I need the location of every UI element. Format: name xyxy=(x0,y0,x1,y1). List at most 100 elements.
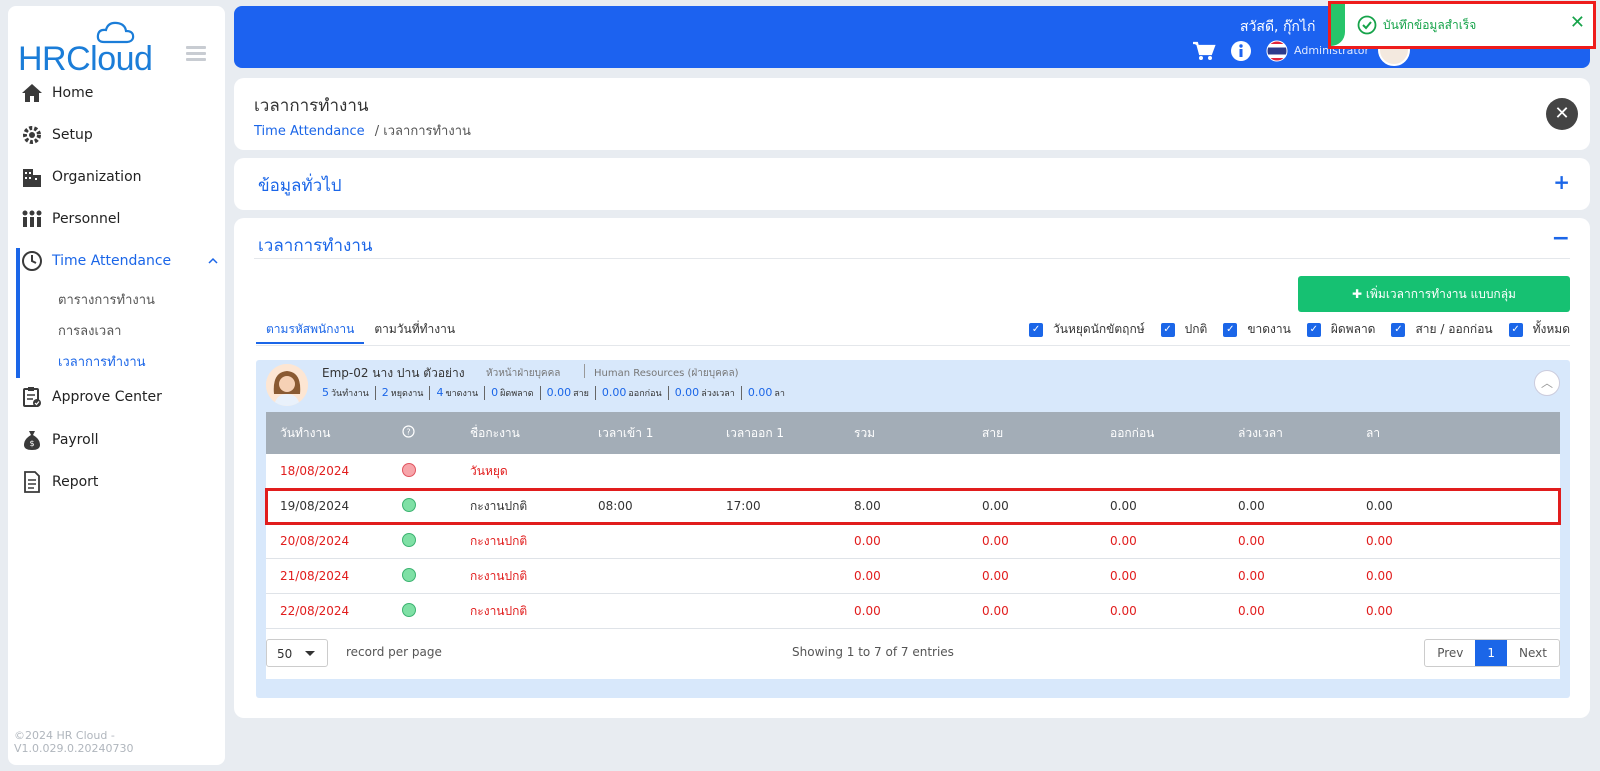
sidebar-subitem-work-time[interactable]: เวลาการทำงาน xyxy=(58,351,146,372)
tab-by-employee[interactable]: ตามรหัสพนักงาน xyxy=(256,316,365,344)
sidebar-item-label: Organization xyxy=(52,169,142,185)
info-icon[interactable] xyxy=(1230,40,1252,66)
cell-leave: 0.00 xyxy=(1366,569,1393,583)
filter-holiday[interactable]: ✓ วันหยุดนักขัตฤกษ์ xyxy=(1029,320,1145,339)
sidebar-item-label: Setup xyxy=(52,127,93,143)
checkbox-checked-icon[interactable]: ✓ xyxy=(1391,322,1406,337)
checkbox-checked-icon[interactable]: ✓ xyxy=(1306,322,1321,337)
menu-toggle-icon[interactable] xyxy=(186,46,206,62)
cell-shift: วันหยุด xyxy=(470,463,508,478)
tab-by-date[interactable]: ตามวันที่ทำงาน xyxy=(364,316,465,344)
prev-button[interactable]: Prev xyxy=(1425,640,1475,666)
toast-message: บันทึกข้อมูลสำเร็จ xyxy=(1383,17,1477,32)
sidebar-item-setup[interactable]: Setup xyxy=(20,118,220,152)
expand-icon[interactable]: + xyxy=(1553,170,1570,194)
stat-value: 4 xyxy=(436,386,444,399)
table-header: วันทำงาน ? ชื่อกะงาน เวลาเข้า 1 เวลาออก … xyxy=(266,412,1560,454)
records-per-page-label: record per page xyxy=(346,645,442,659)
header-icons xyxy=(1192,40,1288,66)
hrcloud-logo[interactable]: HRCloud xyxy=(18,20,158,78)
cell-shift: กะงานปกติ xyxy=(470,533,528,548)
column-header[interactable]: เวลาออก 1 xyxy=(726,424,854,443)
sidebar-item-label: Personnel xyxy=(52,211,121,227)
thai-flag-icon[interactable] xyxy=(1266,40,1288,66)
stat-item: 2 หยุดงาน xyxy=(374,386,430,400)
add-group-time-button[interactable]: ✚ เพิ่มเวลาการทำงาน แบบกลุ่ม xyxy=(1298,276,1570,312)
home-icon xyxy=(20,81,44,105)
table-row[interactable]: 22/08/2024 กะงานปกติ 0.00 0.00 0.00 0.00… xyxy=(266,594,1560,629)
chevron-up-icon[interactable]: ︿ xyxy=(1534,370,1560,396)
cell-late: 0.00 xyxy=(982,604,1009,618)
page-size-select[interactable]: 50 xyxy=(266,639,328,667)
breadcrumb-link[interactable]: Time Attendance xyxy=(254,124,365,139)
table-row[interactable]: 19/08/2024 กะงานปกติ 08:00 17:00 8.00 0.… xyxy=(265,488,1561,525)
filter-late-early[interactable]: ✓ สาย / ออกก่อน xyxy=(1391,320,1493,339)
table-row[interactable]: 21/08/2024 กะงานปกติ 0.00 0.00 0.00 0.00… xyxy=(266,559,1560,594)
cell-ot: 0.00 xyxy=(1238,604,1265,618)
next-button[interactable]: Next xyxy=(1507,640,1559,666)
sidebar-item-organization[interactable]: Organization xyxy=(20,160,220,194)
column-header[interactable]: ชื่อกะงาน xyxy=(470,424,598,443)
work-time-panel: เวลาการทำงาน − ✚ เพิ่มเวลาการทำงาน แบบกล… xyxy=(234,218,1590,718)
cart-icon[interactable] xyxy=(1192,41,1216,65)
stat-value: 5 xyxy=(322,386,329,399)
sidebar-item-label: Approve Center xyxy=(52,389,162,405)
table-row[interactable]: 18/08/2024 วันหยุด xyxy=(266,454,1560,489)
work-time-table: วันทำงาน ? ชื่อกะงาน เวลาเข้า 1 เวลาออก … xyxy=(265,412,1561,679)
divider xyxy=(584,364,585,378)
toast-accent xyxy=(1331,4,1345,46)
people-icon xyxy=(20,207,44,231)
greeting-text: สวัสดี, กุ๊กไก่ xyxy=(1240,19,1316,35)
checkbox-checked-icon[interactable]: ✓ xyxy=(1223,322,1238,337)
close-page-button[interactable]: ✕ xyxy=(1546,98,1578,130)
table-row[interactable]: 20/08/2024 กะงานปกติ 0.00 0.00 0.00 0.00… xyxy=(266,524,1560,559)
breadcrumb: Time Attendance / เวลาการทำงาน xyxy=(254,120,471,141)
page-title: เวลาการทำงาน xyxy=(254,96,369,116)
cell-total: 8.00 xyxy=(854,499,881,513)
sidebar-subitem-clock-in[interactable]: การลงเวลา xyxy=(58,320,121,341)
sidebar-subitem-schedule[interactable]: ตารางการทำงาน xyxy=(58,289,155,310)
success-toast: บันทึกข้อมูลสำเร็จ ✕ xyxy=(1328,1,1596,49)
filter-normal[interactable]: ✓ ปกติ xyxy=(1160,320,1207,339)
document-icon xyxy=(20,470,44,494)
column-header[interactable]: ออกก่อน xyxy=(1110,424,1238,443)
sidebar-item-personnel[interactable]: Personnel xyxy=(20,202,220,236)
status-dot xyxy=(392,602,470,620)
checkbox-checked-icon[interactable]: ✓ xyxy=(1160,322,1175,337)
column-header[interactable]: รวม xyxy=(854,424,982,443)
column-header[interactable]: ล่วงเวลา xyxy=(1238,424,1366,443)
column-header[interactable]: วันทำงาน xyxy=(266,424,392,443)
checkbox-checked-icon[interactable]: ✓ xyxy=(1508,322,1523,337)
column-header[interactable]: เวลาเข้า 1 xyxy=(598,424,726,443)
collapse-icon[interactable]: − xyxy=(1552,226,1570,251)
general-info-panel[interactable]: ข้อมูลทั่วไป + xyxy=(234,158,1590,210)
status-dot xyxy=(392,532,470,550)
filter-absent[interactable]: ✓ ขาดงาน xyxy=(1223,320,1291,339)
stat-item: 5 วันทำงาน xyxy=(322,386,375,400)
filter-error[interactable]: ✓ ผิดพลาด xyxy=(1306,320,1375,339)
filter-label: วันหยุดนักขัตฤกษ์ xyxy=(1053,322,1145,336)
breadcrumb-current: / เวลาการทำงาน xyxy=(374,124,471,139)
page-1-button[interactable]: 1 xyxy=(1475,640,1508,666)
table-footer: 50 record per page Showing 1 to 7 of 7 e… xyxy=(266,629,1560,679)
column-header[interactable]: ลา xyxy=(1366,424,1494,443)
sidebar-item-home[interactable]: Home xyxy=(20,76,220,110)
checkbox-checked-icon[interactable]: ✓ xyxy=(1029,322,1044,337)
help-icon[interactable]: ? xyxy=(392,425,470,441)
column-header[interactable]: สาย xyxy=(982,424,1110,443)
stat-item: 0.00 สาย xyxy=(539,386,595,400)
caret-down-icon xyxy=(305,651,315,656)
view-tabs: ตามรหัสพนักงาน ตามวันที่ทำงาน xyxy=(256,316,465,344)
cell-shift: กะงานปกติ xyxy=(470,603,528,618)
svg-text:?: ? xyxy=(406,428,410,437)
gear-icon xyxy=(20,123,44,147)
sidebar-item-time-attendance[interactable]: Time Attendance xyxy=(20,244,220,278)
stat-value: 0.00 xyxy=(546,386,572,399)
sidebar-item-payroll[interactable]: $ Payroll xyxy=(20,423,220,457)
filter-all[interactable]: ✓ ทั้งหมด xyxy=(1508,320,1570,339)
toast-close-icon[interactable]: ✕ xyxy=(1570,12,1585,33)
cell-shift: กะงานปกติ xyxy=(470,568,528,583)
sidebar-item-approve-center[interactable]: Approve Center xyxy=(20,380,220,414)
clock-icon xyxy=(20,249,44,273)
sidebar-item-report[interactable]: Report xyxy=(20,465,220,499)
